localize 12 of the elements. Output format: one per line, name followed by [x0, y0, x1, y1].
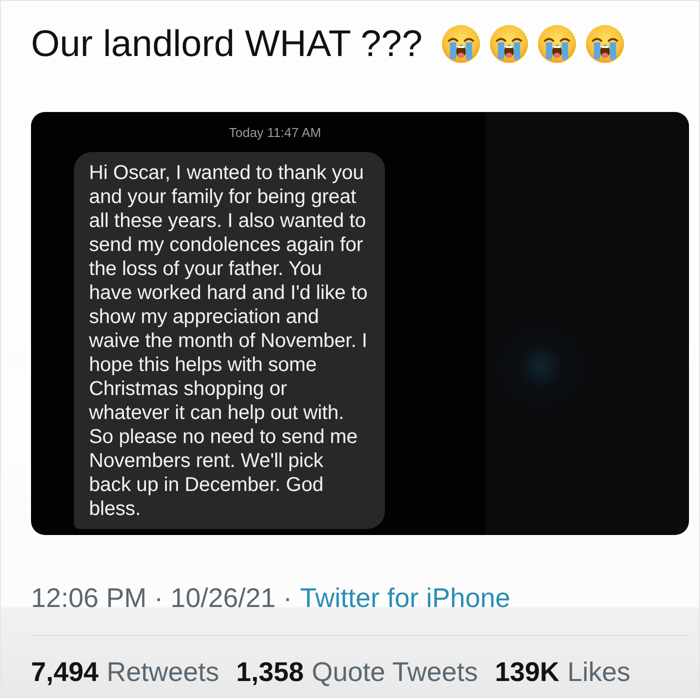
message-timestamp: Today 11:47 AM	[228, 125, 322, 141]
tweet-text: Our landlord WHAT ???	[31, 22, 422, 66]
crying-face-icon	[538, 25, 576, 63]
engagement-count-link[interactable]: 1,358 Quote Tweets	[236, 656, 478, 688]
engagement-count-link[interactable]: 7,494 Retweets	[31, 656, 220, 688]
crying-face-icon	[586, 25, 624, 63]
crying-face-icon	[490, 25, 528, 63]
crying-face-icon	[442, 25, 480, 63]
engagement-count-link[interactable]: 139K Likes	[494, 656, 630, 688]
tweet-timestamp: 12:06 PM · 10/26/21 ·	[31, 582, 292, 614]
source-link[interactable]: Twitter for iPhone	[300, 582, 510, 614]
message-bubble: Hi Oscar, I wanted to thank you and your family for being great all these years. I also wanted to send my condolences again for the loss of your father. You have worked hard and I'd like to show my appreciation and waive the month of November. I hope this helps with some Christmas shopping or whatever it can help out with. So please no need to send me Novembers rent. We'll pick back up in December. God bless.	[74, 152, 385, 529]
